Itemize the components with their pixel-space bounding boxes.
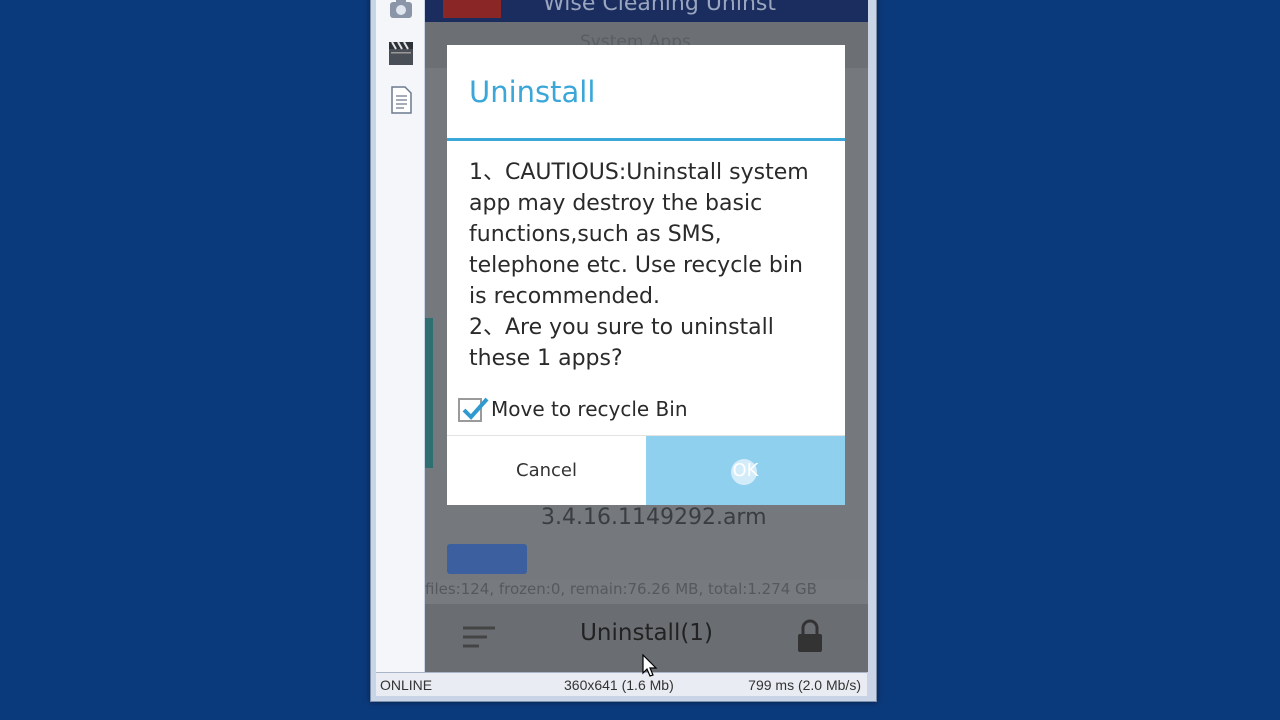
- dialog-title-divider: [447, 138, 845, 141]
- dialog-title: Uninstall: [469, 75, 596, 109]
- app-header: Wise Cleaning Uninst: [425, 0, 868, 22]
- mouse-cursor-icon: [642, 654, 658, 677]
- clapperboard-icon[interactable]: [388, 38, 414, 66]
- app-logo: [443, 0, 501, 18]
- dialog-message-line: these 1 apps?: [469, 346, 623, 371]
- uninstall-dialog: Uninstall 1、CAUTIOUS:Uninstall system ap…: [447, 45, 845, 505]
- dialog-message: 1、CAUTIOUS:Uninstall system app may dest…: [469, 157, 829, 374]
- emulator-sidebar: [376, 0, 424, 672]
- dialog-message-line: functions,such as SMS,: [469, 222, 722, 247]
- dialog-message-line: telephone etc. Use recycle bin: [469, 253, 803, 278]
- dialog-message-line: app may destroy the basic: [469, 191, 763, 216]
- recycle-bin-checkbox[interactable]: [458, 397, 489, 422]
- ok-button[interactable]: OK: [646, 436, 845, 505]
- dialog-message-line: 1、CAUTIOUS:Uninstall system: [469, 160, 809, 185]
- recycle-bin-label: Move to recycle Bin: [491, 397, 688, 421]
- app-thumbnail: [447, 544, 527, 574]
- camera-icon[interactable]: [388, 0, 414, 22]
- touch-indicator: [731, 459, 757, 485]
- lock-icon[interactable]: [795, 618, 825, 654]
- app-version-text: 3.4.16.1149292.arm: [541, 505, 767, 530]
- dialog-message-line: 2、Are you sure to uninstall: [469, 315, 774, 340]
- storage-stats: files:124, frozen:0, remain:76.26 MB, to…: [425, 580, 817, 598]
- checkmark-icon: [462, 397, 489, 420]
- cancel-button[interactable]: Cancel: [447, 436, 646, 505]
- emulator-status-bar: ONLINE 360x641 (1.6 Mb) 799 ms (2.0 Mb/s…: [376, 672, 867, 696]
- app-header-title: Wise Cleaning Uninst: [543, 0, 777, 16]
- list-accent-bar: [425, 318, 433, 468]
- dialog-message-line: is recommended.: [469, 284, 661, 309]
- document-icon[interactable]: [388, 86, 414, 114]
- connection-status: ONLINE: [380, 677, 433, 693]
- resolution-status: 360x641 (1.6 Mb): [564, 677, 674, 693]
- latency-status: 799 ms (2.0 Mb/s): [748, 677, 861, 693]
